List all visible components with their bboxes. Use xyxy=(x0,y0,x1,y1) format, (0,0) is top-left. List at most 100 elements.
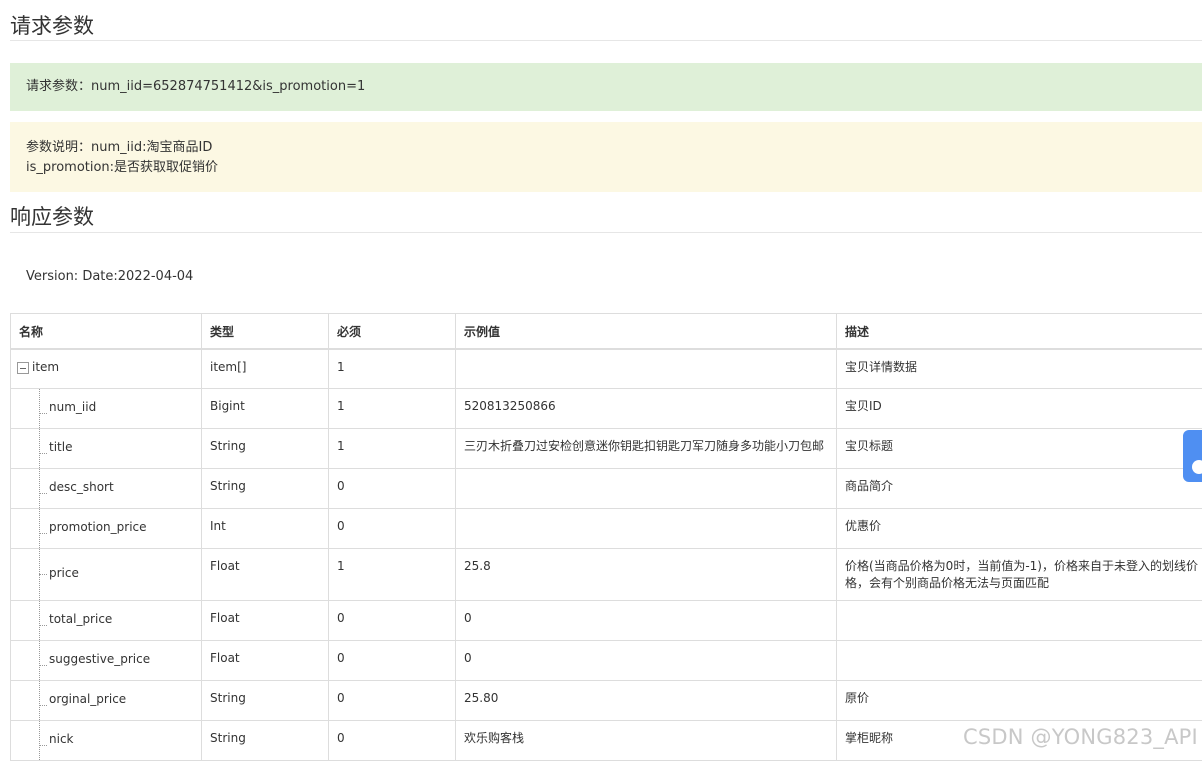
tree-branch xyxy=(39,413,47,414)
description-cell: 优惠价 xyxy=(837,508,1202,548)
type-cell: String xyxy=(202,428,329,468)
row-name: orginal_price xyxy=(49,691,126,708)
name-cell: desc_short xyxy=(11,468,202,508)
response-params-title: 响应参数 xyxy=(10,201,1202,233)
tree-line xyxy=(39,429,40,468)
required-cell: 0 xyxy=(329,640,456,680)
header-example: 示例值 xyxy=(456,314,837,350)
table-row: desc_short String0 商品简介 xyxy=(11,468,1202,508)
example-cell: 520813250866 xyxy=(456,388,837,428)
description-cell: 宝贝详情数据 xyxy=(837,349,1202,388)
name-cell: orginal_price xyxy=(11,680,202,720)
row-name: title xyxy=(49,439,72,456)
table-row: num_iid Bigint1520813250866宝贝ID xyxy=(11,388,1202,428)
tree-branch xyxy=(39,574,47,575)
example-cell: 0 xyxy=(456,640,837,680)
row-name: price xyxy=(49,565,79,582)
required-cell: 1 xyxy=(329,548,456,600)
tree-line xyxy=(39,601,40,640)
tree-line xyxy=(39,509,40,548)
version-text: Version: Date:2022-04-04 xyxy=(26,269,193,284)
name-cell: num_iid xyxy=(11,388,202,428)
request-params-text: 请求参数：num_iid=652874751412&is_promotion=1 xyxy=(26,79,365,94)
row-name: promotion_price xyxy=(49,519,147,536)
tree-branch xyxy=(39,493,47,494)
name-cell: promotion_price xyxy=(11,508,202,548)
tree-branch xyxy=(39,705,47,706)
example-cell xyxy=(456,508,837,548)
example-cell: 三刃木折叠刀过安检创意迷你钥匙扣钥匙刀军刀随身多功能小刀包邮 xyxy=(456,428,837,468)
tree-branch xyxy=(39,745,47,746)
watermark: CSDN @YONG823_API xyxy=(963,725,1198,749)
row-name: num_iid xyxy=(49,399,96,416)
table-row: suggestive_priceFloat00 xyxy=(11,640,1202,680)
example-cell: 0 xyxy=(456,600,837,640)
header-required: 必须 xyxy=(329,314,456,350)
minus-square-icon[interactable] xyxy=(17,362,29,374)
table-row: price Float125.8价格(当商品价格为0时，当前值为-1)，价格来自于… xyxy=(11,548,1202,600)
required-cell: 1 xyxy=(329,349,456,388)
description-cell: 价格(当商品价格为0时，当前值为-1)，价格来自于未登入的划线价格，会有个别商品… xyxy=(837,548,1202,600)
tree-line xyxy=(39,681,40,720)
param-description-line-2: is_promotion:是否获取取促销价 xyxy=(26,158,1186,178)
table-row: promotion_priceInt0优惠价 xyxy=(11,508,1202,548)
tree-line xyxy=(39,469,40,508)
tree-branch xyxy=(39,625,47,626)
description-cell: 商品简介 xyxy=(837,468,1202,508)
tree-line xyxy=(39,641,40,680)
example-cell: 欢乐购客栈 xyxy=(456,720,837,760)
response-params-table: 名称 类型 必须 示例值 描述 item item[] 1 宝贝详情数据 num… xyxy=(10,313,1202,761)
required-cell: 0 xyxy=(329,468,456,508)
param-description-line-1: 参数说明：num_iid:淘宝商品ID xyxy=(26,138,1186,158)
tree-branch xyxy=(39,665,47,666)
required-cell: 0 xyxy=(329,720,456,760)
example-cell xyxy=(456,468,837,508)
row-name: desc_short xyxy=(49,479,114,496)
header-description: 描述 xyxy=(837,314,1202,350)
name-cell: title xyxy=(11,428,202,468)
tree-branch xyxy=(39,453,47,454)
name-cell: total_price xyxy=(11,600,202,640)
required-cell: 0 xyxy=(329,508,456,548)
header-type: 类型 xyxy=(202,314,329,350)
required-cell: 0 xyxy=(329,680,456,720)
required-cell: 1 xyxy=(329,428,456,468)
side-assistant-icon[interactable] xyxy=(1183,430,1202,482)
name-cell: price xyxy=(11,548,202,600)
row-name: total_price xyxy=(49,611,112,628)
name-cell: nick xyxy=(11,720,202,760)
tree-branch xyxy=(39,533,47,534)
description-cell: 原价 xyxy=(837,680,1202,720)
description-cell xyxy=(837,600,1202,640)
type-cell: String xyxy=(202,468,329,508)
description-cell: 宝贝ID xyxy=(837,388,1202,428)
name-cell: suggestive_price xyxy=(11,640,202,680)
required-cell: 1 xyxy=(329,388,456,428)
row-name: suggestive_price xyxy=(49,651,150,668)
type-cell: Float xyxy=(202,548,329,600)
row-name: nick xyxy=(49,731,74,748)
table-row: total_priceFloat00 xyxy=(11,600,1202,640)
table-header-row: 名称 类型 必须 示例值 描述 xyxy=(11,314,1202,350)
example-cell: 25.8 xyxy=(456,548,837,600)
type-cell: Bigint xyxy=(202,388,329,428)
description-cell: 宝贝标题 xyxy=(837,428,1202,468)
name-cell: item xyxy=(11,349,202,388)
type-cell: String xyxy=(202,680,329,720)
type-cell: Float xyxy=(202,640,329,680)
type-cell: String xyxy=(202,720,329,760)
table-row-item: item item[] 1 宝贝详情数据 xyxy=(11,349,1202,388)
header-name: 名称 xyxy=(11,314,202,350)
required-cell: 0 xyxy=(329,600,456,640)
tree-line xyxy=(39,389,40,428)
type-cell: item[] xyxy=(202,349,329,388)
type-cell: Float xyxy=(202,600,329,640)
description-cell xyxy=(837,640,1202,680)
tree-line xyxy=(39,721,40,760)
example-cell xyxy=(456,349,837,388)
request-params-title: 请求参数 xyxy=(10,10,1202,41)
param-description-box: 参数说明：num_iid:淘宝商品ID is_promotion:是否获取取促销… xyxy=(10,122,1202,192)
example-cell: 25.80 xyxy=(456,680,837,720)
table-row: title String1三刃木折叠刀过安检创意迷你钥匙扣钥匙刀军刀随身多功能小刀… xyxy=(11,428,1202,468)
table-row: orginal_price String025.80原价 xyxy=(11,680,1202,720)
